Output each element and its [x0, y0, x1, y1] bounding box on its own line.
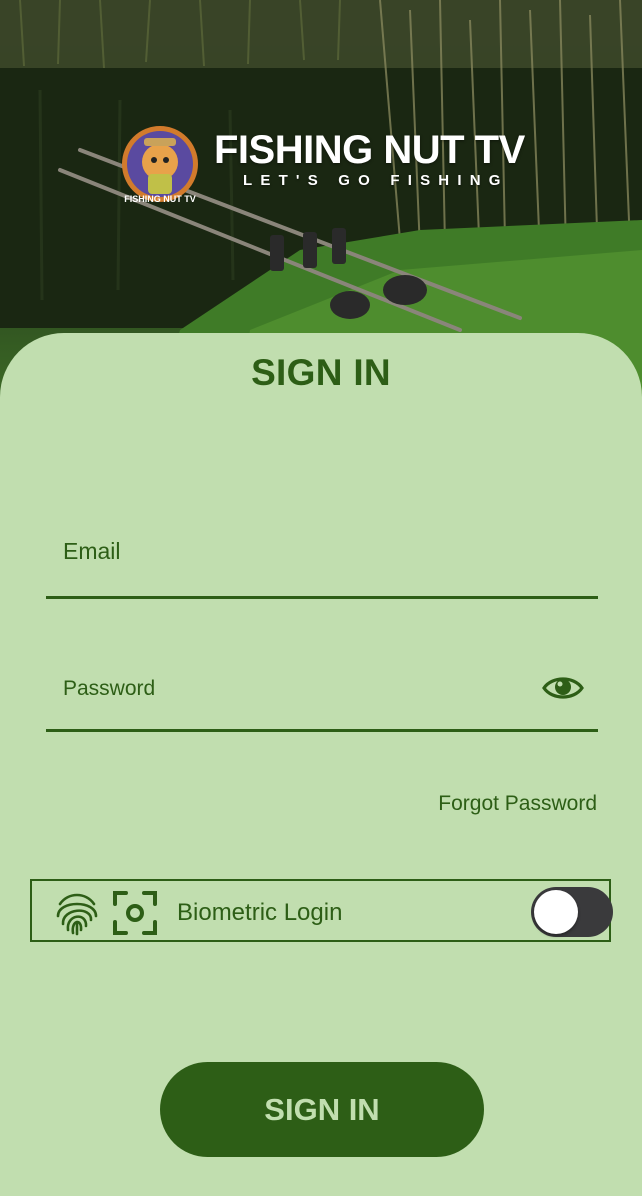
- email-field[interactable]: [46, 528, 598, 599]
- sign-in-button[interactable]: SIGN IN: [160, 1062, 484, 1157]
- eye-icon[interactable]: [542, 673, 584, 703]
- email-input[interactable]: [63, 536, 523, 566]
- password-input[interactable]: [63, 675, 523, 703]
- biometric-login-row: Biometric Login: [30, 879, 613, 942]
- face-id-icon: [113, 891, 157, 935]
- badge-text: FISHING NUT TV: [124, 194, 196, 204]
- page-title: SIGN IN: [251, 352, 391, 393]
- biometric-login-label: Biometric Login: [177, 899, 343, 926]
- toggle-knob: [534, 890, 578, 934]
- brand-logo-badge: FISHING NUT TV: [118, 122, 202, 206]
- biometric-login-toggle[interactable]: [531, 887, 613, 937]
- password-field[interactable]: [46, 666, 598, 732]
- brand-title: FISHING NUT TV: [214, 128, 525, 172]
- brand-tagline: LET'S GO FISHING: [243, 172, 509, 189]
- forgot-password-link[interactable]: Forgot Password: [438, 792, 597, 816]
- fingerprint-icon: [56, 893, 98, 936]
